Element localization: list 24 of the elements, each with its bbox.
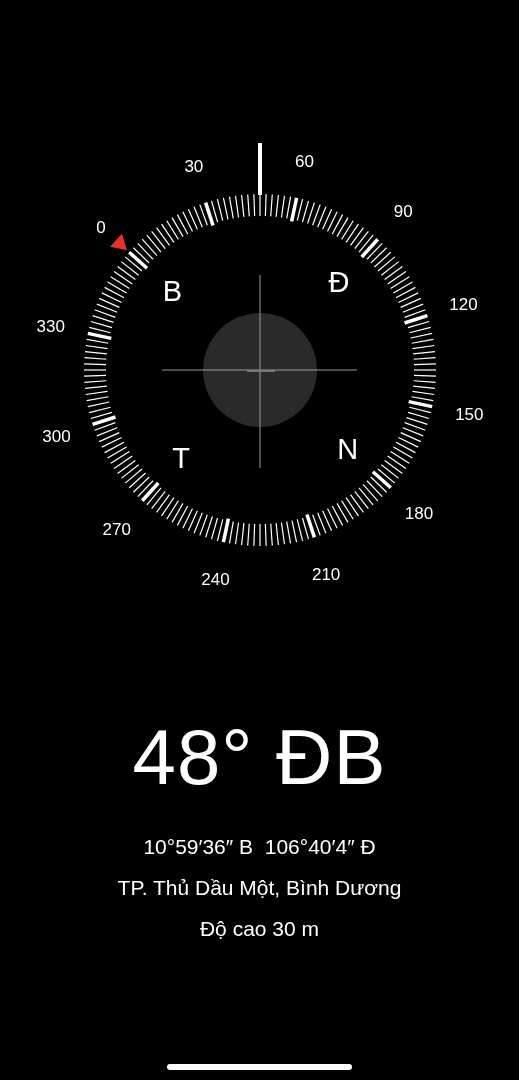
heading-indicator (258, 143, 262, 195)
degree-label: 0 (96, 217, 106, 237)
degree-label: 30 (184, 157, 204, 177)
degree-label: 300 (42, 427, 71, 447)
degree-label: 270 (102, 520, 131, 540)
degree-label: 120 (449, 294, 478, 314)
cardinal-label: N (337, 432, 359, 465)
heading-reading: 48° ĐB (132, 718, 387, 796)
cardinal-label: T (172, 441, 190, 474)
degree-label: 60 (295, 151, 314, 171)
location-text: TP. Thủ Dầu Một, Bình Dương (117, 875, 402, 901)
degree-label: 180 (404, 504, 434, 524)
degree-label: 240 (201, 570, 230, 590)
home-indicator[interactable] (167, 1064, 352, 1070)
degree-label: 210 (311, 564, 341, 584)
degree-label: 90 (393, 201, 413, 221)
altitude-text: Độ cao 30 m (199, 916, 319, 942)
cardinal-label: B (162, 275, 182, 308)
degree-label: 330 (36, 316, 65, 336)
coordinates-text: 10°59′36″ B 106°40′4″ Đ (143, 834, 376, 860)
degree-label: 150 (455, 405, 484, 425)
crosshair-icon (161, 274, 358, 469)
cardinal-label: Đ (328, 266, 350, 299)
north-marker-icon (110, 233, 127, 251)
